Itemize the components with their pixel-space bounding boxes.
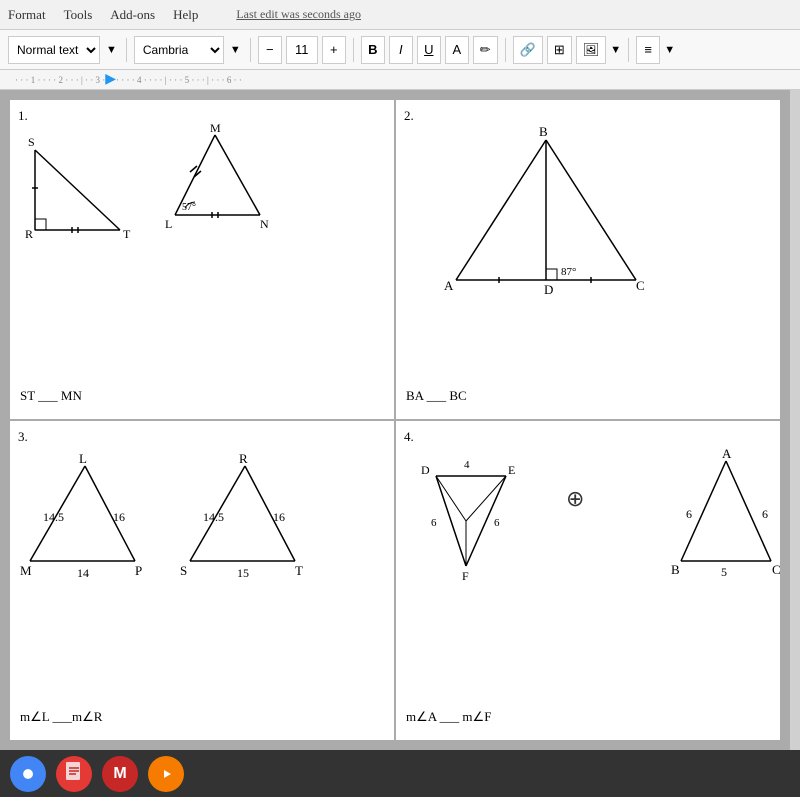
cell-1-number: 1. — [18, 108, 28, 124]
comment-button[interactable]: ⊞ — [547, 36, 572, 64]
highlight-button[interactable]: ✏ — [473, 36, 498, 64]
svg-text:E: E — [508, 463, 515, 477]
link-button[interactable]: 🔗 — [513, 36, 543, 64]
text-color-button[interactable]: A — [445, 36, 469, 64]
docs-icon[interactable] — [56, 756, 92, 792]
svg-text:6: 6 — [494, 517, 500, 529]
triangle-rst: S R T — [20, 130, 150, 260]
svg-text:C: C — [636, 278, 645, 293]
menu-format[interactable]: Format — [8, 7, 46, 23]
svg-text:A: A — [722, 446, 732, 461]
triangle-lmn: 57° M L N — [160, 120, 290, 250]
font-select[interactable]: Cambria — [134, 36, 224, 64]
svg-text:B: B — [539, 124, 548, 139]
move-icon: ⊕ — [566, 486, 584, 512]
cell-1: 1. S R T — [10, 100, 394, 419]
svg-text:P: P — [135, 563, 142, 578]
underline-button[interactable]: U — [417, 36, 441, 64]
separator5 — [628, 38, 629, 62]
svg-text:87°: 87° — [561, 266, 576, 278]
document-area: 1. S R T — [0, 90, 790, 750]
italic-button[interactable]: I — [389, 36, 413, 64]
separator3 — [353, 38, 354, 62]
svg-text:A: A — [444, 278, 454, 293]
svg-text:5: 5 — [721, 565, 727, 579]
cell-2: 2. 87° B A C D BA ___ BC — [396, 100, 780, 419]
align-button[interactable]: ≡ — [636, 36, 660, 64]
font-size-minus[interactable]: − — [258, 36, 282, 64]
cell-2-answer: BA ___ BC — [406, 388, 467, 404]
last-edit-status: Last edit was seconds ago — [236, 7, 361, 22]
cell-4-answer: m∠A ___ m∠F — [406, 709, 491, 725]
svg-text:C: C — [772, 562, 780, 577]
style-select[interactable]: Normal text — [8, 36, 100, 64]
separator2 — [250, 38, 251, 62]
svg-text:L: L — [165, 217, 172, 231]
svg-text:14.5: 14.5 — [43, 510, 64, 524]
triangle-abc2: A B C 6 6 5 — [666, 446, 780, 606]
triangle-rst2: R S T 14.5 16 15 — [175, 451, 325, 601]
svg-text:M: M — [20, 563, 32, 578]
font-size-input[interactable] — [286, 36, 318, 64]
svg-text:T: T — [295, 563, 303, 578]
svg-text:4: 4 — [464, 459, 470, 471]
cell-4-number: 4. — [404, 429, 414, 445]
svg-text:R: R — [25, 227, 33, 241]
svg-text:D: D — [544, 282, 553, 297]
menu-bar: Format Tools Add-ons Help Last edit was … — [0, 0, 800, 30]
svg-text:S: S — [28, 135, 35, 149]
svg-text:6: 6 — [762, 507, 768, 521]
svg-text:F: F — [462, 569, 469, 583]
svg-text:M: M — [210, 121, 221, 135]
svg-text:16: 16 — [273, 510, 285, 524]
menu-help[interactable]: Help — [173, 7, 198, 23]
gmail-icon[interactable]: M — [102, 756, 138, 792]
svg-text:6: 6 — [686, 507, 692, 521]
taskbar: M — [0, 750, 800, 797]
image-button[interactable]: 🖼 — [576, 36, 607, 64]
youtube-icon[interactable] — [148, 756, 184, 792]
shape-def: D E F 4 6 6 — [416, 446, 546, 606]
svg-text:L: L — [79, 451, 87, 466]
menu-addons[interactable]: Add-ons — [110, 7, 155, 23]
svg-text:14.5: 14.5 — [203, 510, 224, 524]
svg-text:T: T — [123, 227, 131, 241]
menu-tools[interactable]: Tools — [64, 7, 93, 23]
cell-4: 4. D E F 4 6 6 ⊕ — [396, 421, 780, 740]
svg-text:6: 6 — [431, 517, 437, 529]
chrome-icon[interactable] — [10, 756, 46, 792]
cell-3-answer: m∠L ___m∠R — [20, 709, 102, 725]
svg-text:B: B — [671, 562, 680, 577]
triangle-abc: 87° B A C D — [436, 120, 686, 320]
svg-text:16: 16 — [113, 510, 125, 524]
font-size-plus[interactable]: + — [322, 36, 346, 64]
svg-text:R: R — [239, 451, 248, 466]
svg-text:14: 14 — [77, 566, 89, 580]
triangle-lmp: L M P 14.5 16 14 — [15, 451, 165, 601]
svg-text:N: N — [260, 217, 269, 231]
svg-text:S: S — [180, 563, 187, 578]
separator4 — [505, 38, 506, 62]
ruler: · · · 1 · · · · 2 · · · | · · 3 · ▶ · · … — [0, 70, 800, 90]
toolbar: Normal text ▼ Cambria ▼ − + B I U A ✏ 🔗 … — [0, 30, 800, 70]
svg-text:15: 15 — [237, 566, 249, 580]
cell-3-number: 3. — [18, 429, 28, 445]
separator — [126, 38, 127, 62]
cell-1-answer: ST ___ MN — [20, 388, 82, 404]
svg-text:D: D — [421, 463, 430, 477]
cell-2-number: 2. — [404, 108, 414, 124]
cell-3: 3. L M P 14.5 16 14 R S T 14. — [10, 421, 394, 740]
bold-button[interactable]: B — [361, 36, 385, 64]
